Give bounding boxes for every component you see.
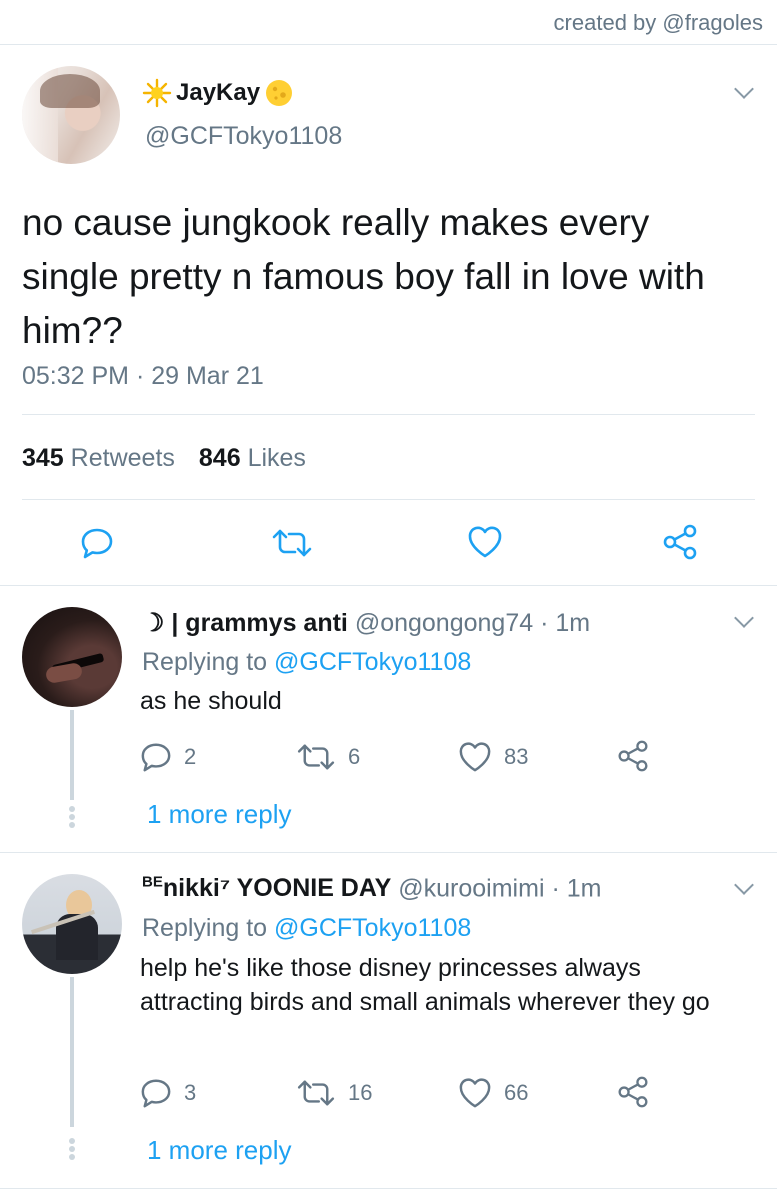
- reply-retweet-button[interactable]: 6: [296, 742, 360, 772]
- replying-to: Replying to @GCFTokyo1108: [142, 648, 471, 677]
- share-icon: [618, 740, 648, 772]
- like-icon: [468, 526, 502, 558]
- retweet-icon: [272, 529, 312, 557]
- reply-text: help he's like those disney princesses a…: [140, 954, 710, 1016]
- share-icon: [663, 524, 697, 560]
- author-avatar[interactable]: [22, 66, 120, 164]
- reply-avatar[interactable]: [22, 874, 122, 974]
- reply-count: 2: [184, 744, 197, 769]
- thread-dot: [69, 1146, 75, 1152]
- reply-handle-time: @kurooimimi · 1m: [398, 874, 602, 903]
- credit-text: created by @fragoles: [553, 10, 763, 35]
- reply-author-name: BEnikki⁷ YOONIE DAY: [142, 874, 391, 902]
- likes-stat[interactable]: 846 Likes: [199, 444, 306, 473]
- retweet-count: 345: [22, 444, 64, 472]
- thread-line: [70, 977, 74, 1127]
- reply-retweet-button[interactable]: 16: [296, 1078, 372, 1108]
- retweets-stat[interactable]: 345 Retweets: [22, 444, 175, 473]
- thread-dot: [69, 806, 75, 812]
- more-replies-link[interactable]: 1 more reply: [147, 1135, 292, 1166]
- reply-icon: [141, 1079, 171, 1108]
- more-replies-link[interactable]: 1 more reply: [147, 799, 292, 830]
- moon-emoji-icon: [266, 80, 293, 106]
- retweet-count: 16: [348, 1080, 373, 1105]
- replying-to: Replying to @GCFTokyo1108: [142, 914, 471, 943]
- divider: [22, 414, 755, 415]
- reply-button[interactable]: [80, 526, 114, 560]
- chevron-down-icon[interactable]: [734, 79, 754, 99]
- divider: [0, 585, 777, 586]
- chevron-down-icon[interactable]: [734, 608, 754, 628]
- divider: [0, 44, 777, 45]
- like-icon: [459, 742, 491, 772]
- reply-icon: [81, 528, 113, 559]
- reply-count: 3: [184, 1080, 197, 1105]
- thread-dot: [69, 1154, 75, 1160]
- avatar-hair-detail: [40, 74, 100, 108]
- retweet-count: 6: [348, 744, 361, 769]
- tweet-timestamp: 05:32 PM · 29 Mar 21: [22, 362, 264, 390]
- thread-dot: [69, 1138, 75, 1144]
- chevron-down-icon[interactable]: [734, 875, 754, 895]
- retweet-button[interactable]: [271, 527, 313, 559]
- divider: [0, 1188, 777, 1189]
- name-prefix: BE: [142, 874, 163, 891]
- reply-like-button[interactable]: 66: [458, 1077, 528, 1109]
- like-count: 846: [198, 444, 241, 472]
- reply-author-name-text: nikki⁷ YOONIE DAY: [162, 874, 392, 903]
- reply-share-button[interactable]: [617, 1076, 649, 1108]
- reply-author-name: ☽ | grammys anti: [142, 609, 348, 637]
- like-count: 66: [504, 1080, 529, 1105]
- replying-to-label: Replying to: [142, 648, 268, 676]
- thread-line: [70, 710, 74, 800]
- replying-to-mention[interactable]: @GCFTokyo1108: [274, 648, 471, 676]
- thread-dot: [69, 814, 75, 820]
- author-handle[interactable]: @GCFTokyo1108: [145, 122, 342, 151]
- avatar-hand-detail: [44, 661, 84, 685]
- reply-header[interactable]: BEnikki⁷ YOONIE DAY @kurooimimi · 1m: [142, 874, 601, 903]
- reply-icon: [141, 743, 171, 772]
- retweets-label: Retweets: [70, 444, 175, 472]
- reply-handle-time: @ongongong74 · 1m: [354, 609, 591, 637]
- reply-like-button[interactable]: 83: [458, 741, 528, 773]
- thread-dot: [69, 822, 75, 828]
- like-count: 83: [504, 744, 529, 769]
- retweet-icon: [297, 744, 335, 770]
- likes-label: Likes: [247, 444, 306, 472]
- reply-reply-button[interactable]: 3: [140, 1077, 196, 1109]
- tweet-stats: 345 Retweets 846 Likes: [22, 444, 306, 473]
- like-icon: [459, 1078, 491, 1108]
- retweet-icon: [297, 1080, 335, 1106]
- reply-avatar[interactable]: [22, 607, 122, 707]
- reply-share-button[interactable]: [617, 740, 649, 772]
- author-name: JayKay: [176, 79, 261, 106]
- tweet-text: no cause jungkook really makes every sin…: [22, 202, 705, 351]
- author-name-row[interactable]: JayKay: [142, 78, 294, 108]
- reply-text: as he should: [140, 687, 282, 715]
- reply-reply-button[interactable]: 2: [140, 741, 196, 773]
- divider: [22, 499, 755, 500]
- share-button[interactable]: [662, 524, 698, 560]
- share-icon: [618, 1076, 648, 1108]
- replying-to-mention[interactable]: @GCFTokyo1108: [274, 914, 471, 942]
- like-button[interactable]: [467, 525, 503, 559]
- sun-emoji-icon: [142, 78, 172, 108]
- divider: [0, 852, 777, 853]
- reply-header[interactable]: ☽ | grammys anti @ongongong74 · 1m: [142, 608, 590, 638]
- replying-to-label: Replying to: [142, 914, 268, 942]
